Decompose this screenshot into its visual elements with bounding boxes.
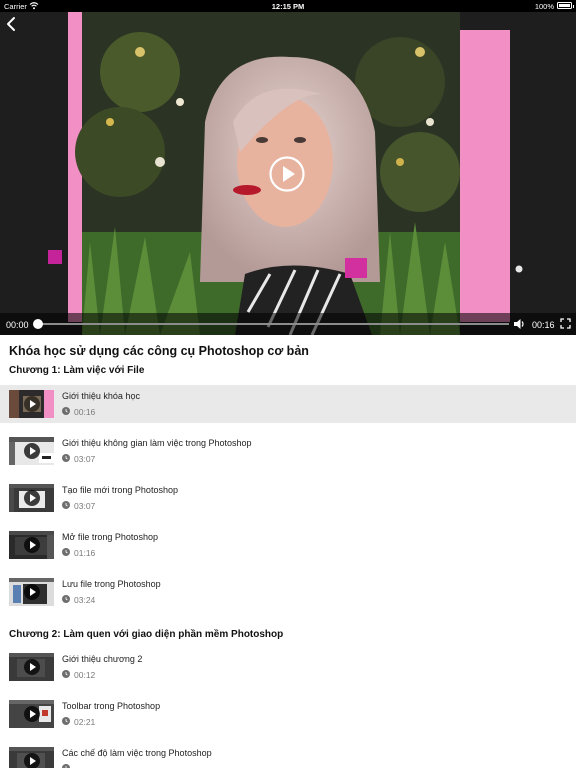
lesson-item[interactable]: Các chế độ làm việc trong Photoshop	[0, 742, 576, 768]
lesson-title: Giới thiệu không gian làm việc trong Pho…	[62, 438, 252, 448]
lesson-thumbnail	[9, 390, 54, 418]
lesson-duration: 00:16	[74, 407, 96, 417]
lesson-title: Giới thiệu khóa học	[62, 391, 140, 401]
chapter-title: Chương 2: Làm quen với giao diện phần mề…	[9, 629, 284, 640]
clock-icon	[62, 670, 70, 678]
back-button[interactable]	[2, 14, 22, 34]
clock-icon	[62, 595, 70, 603]
lesson-duration: 03:07	[74, 501, 96, 511]
lesson-item[interactable]: Lưu file trong Photoshop 03:24	[0, 573, 576, 611]
volume-icon[interactable]	[513, 318, 526, 330]
lesson-title: Mở file trong Photoshop	[62, 532, 158, 542]
lesson-title: Các chế độ làm việc trong Photoshop	[62, 748, 212, 758]
duration-time: 00:16	[532, 320, 555, 330]
play-icon	[24, 537, 40, 553]
lesson-thumbnail	[9, 700, 54, 728]
lesson-title: Giới thiệu chương 2	[62, 654, 143, 664]
clock-icon	[62, 407, 70, 415]
lesson-thumbnail	[9, 437, 54, 465]
clock-icon	[62, 717, 70, 725]
lesson-duration: 03:07	[74, 454, 96, 464]
lesson-thumbnail	[9, 531, 54, 559]
lesson-item[interactable]: Giới thiệu khóa học 00:16	[0, 385, 576, 423]
lesson-title: Tạo file mới trong Photoshop	[62, 485, 178, 495]
clock-icon	[62, 548, 70, 556]
play-icon	[24, 659, 40, 675]
clock-icon	[62, 501, 70, 509]
lesson-thumbnail	[9, 747, 54, 768]
play-icon	[24, 396, 40, 412]
play-icon	[24, 706, 40, 722]
lesson-title: Lưu file trong Photoshop	[62, 579, 161, 589]
lesson-item[interactable]: Giới thiệu chương 2 00:12	[0, 648, 576, 686]
course-title: Khóa học sử dụng các công cụ Photoshop c…	[9, 344, 309, 358]
chapter-title: Chương 1: Làm việc với File	[9, 365, 145, 376]
play-icon	[24, 584, 40, 600]
play-icon	[24, 753, 40, 768]
player-controls: 00:00 00:16	[0, 313, 576, 335]
play-button[interactable]	[268, 155, 306, 193]
lesson-thumbnail	[9, 484, 54, 512]
lesson-thumbnail	[9, 578, 54, 606]
lesson-thumbnail	[9, 653, 54, 681]
lesson-item[interactable]: Tạo file mới trong Photoshop 03:07	[0, 479, 576, 517]
clock-icon	[62, 764, 70, 768]
play-icon	[24, 443, 40, 459]
lesson-duration: 01:16	[74, 548, 96, 558]
clock-icon	[62, 454, 70, 462]
battery-percent: 100%	[534, 2, 554, 11]
lesson-item[interactable]: Giới thiệu không gian làm việc trong Pho…	[0, 432, 576, 470]
current-time: 00:00	[6, 320, 29, 330]
lesson-duration: 02:21	[74, 717, 96, 727]
lesson-duration: 03:24	[74, 595, 96, 605]
video-player[interactable]: 00:00 00:16	[0, 12, 576, 335]
status-bar: Carrier 12:15 PM 100%	[0, 0, 576, 12]
lesson-item[interactable]: Toolbar trong Photoshop 02:21	[0, 695, 576, 733]
lesson-duration: 00:12	[74, 670, 96, 680]
lesson-title: Toolbar trong Photoshop	[62, 701, 161, 711]
seek-bar[interactable]	[37, 323, 509, 325]
lesson-item[interactable]: Mở file trong Photoshop 01:16	[0, 526, 576, 564]
play-icon	[24, 490, 40, 506]
battery-icon	[557, 2, 574, 9]
clock: 12:15 PM	[271, 2, 305, 11]
seek-knob[interactable]	[33, 319, 43, 329]
fullscreen-icon[interactable]	[560, 318, 571, 329]
